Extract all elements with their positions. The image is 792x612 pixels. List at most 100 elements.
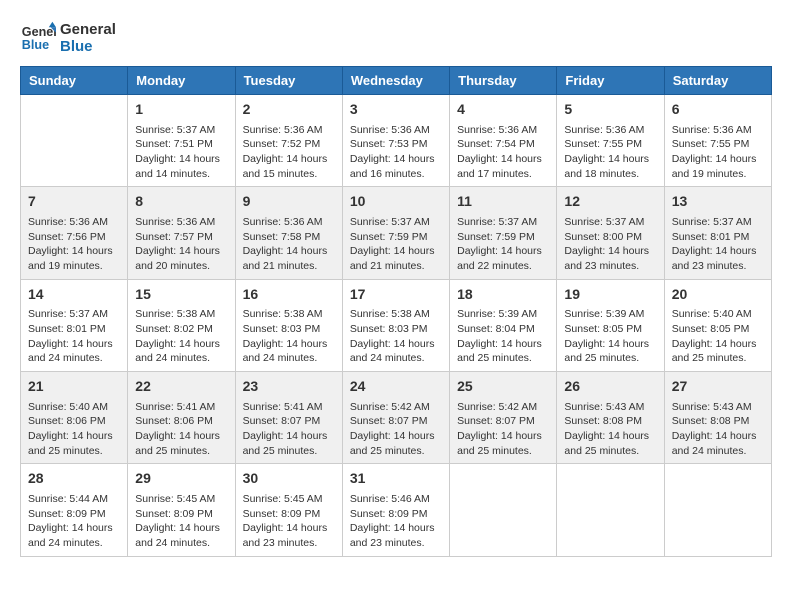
calendar-cell: 19Sunrise: 5:39 AM Sunset: 8:05 PM Dayli… — [557, 279, 664, 371]
day-info: Sunrise: 5:43 AM Sunset: 8:08 PM Dayligh… — [672, 400, 764, 459]
day-info: Sunrise: 5:36 AM Sunset: 7:56 PM Dayligh… — [28, 215, 120, 274]
calendar-cell: 5 Sunrise: 5:36 AM Sunset: 7:55 PM Daylig… — [557, 95, 664, 187]
calendar-week-3: 14Sunrise: 5:37 AM Sunset: 8:01 PM Dayli… — [21, 279, 772, 371]
day-number: 30 — [243, 469, 335, 489]
day-number: 18 — [457, 285, 549, 305]
day-info: Sunrise: 5:36 AM Sunset: 7:54 PM Dayligh… — [457, 123, 549, 182]
day-number: 17 — [350, 285, 442, 305]
day-number: 2 — [243, 100, 335, 120]
day-info: Sunrise: 5:44 AM Sunset: 8:09 PM Dayligh… — [28, 492, 120, 551]
calendar-cell: 8Sunrise: 5:36 AM Sunset: 7:57 PM Daylig… — [128, 187, 235, 279]
day-number: 10 — [350, 192, 442, 212]
day-info: Sunrise: 5:36 AM Sunset: 7:55 PM Dayligh… — [672, 123, 764, 182]
calendar-cell — [664, 464, 771, 556]
day-number: 29 — [135, 469, 227, 489]
header-day-wednesday: Wednesday — [342, 67, 449, 95]
day-info: Sunrise: 5:45 AM Sunset: 8:09 PM Dayligh… — [135, 492, 227, 551]
calendar-body: 1Sunrise: 5:37 AM Sunset: 7:51 PM Daylig… — [21, 95, 772, 557]
day-info: Sunrise: 5:38 AM Sunset: 8:02 PM Dayligh… — [135, 307, 227, 366]
calendar-week-4: 21Sunrise: 5:40 AM Sunset: 8:06 PM Dayli… — [21, 372, 772, 464]
day-number: 16 — [243, 285, 335, 305]
day-number: 25 — [457, 377, 549, 397]
day-info: Sunrise: 5:40 AM Sunset: 8:05 PM Dayligh… — [672, 307, 764, 366]
calendar-cell: 17Sunrise: 5:38 AM Sunset: 8:03 PM Dayli… — [342, 279, 449, 371]
day-number: 26 — [564, 377, 656, 397]
day-info: Sunrise: 5:38 AM Sunset: 8:03 PM Dayligh… — [350, 307, 442, 366]
calendar-cell: 12 Sunrise: 5:37 AM Sunset: 8:00 PM Dayli… — [557, 187, 664, 279]
calendar-cell: 24 Sunrise: 5:42 AM Sunset: 8:07 PM Dayli… — [342, 372, 449, 464]
calendar-cell: 20Sunrise: 5:40 AM Sunset: 8:05 PM Dayli… — [664, 279, 771, 371]
day-info: Sunrise: 5:40 AM Sunset: 8:06 PM Dayligh… — [28, 400, 120, 459]
day-info: Sunrise: 5:37 AM Sunset: 7:59 PM Dayligh… — [350, 215, 442, 274]
day-number: 4 — [457, 100, 549, 120]
day-number: 11 — [457, 192, 549, 212]
day-info: Sunrise: 5:36 AM Sunset: 7:52 PM Dayligh… — [243, 123, 335, 182]
day-number: 19 — [564, 285, 656, 305]
calendar-week-1: 1Sunrise: 5:37 AM Sunset: 7:51 PM Daylig… — [21, 95, 772, 187]
calendar-cell: 10 Sunrise: 5:37 AM Sunset: 7:59 PM Dayli… — [342, 187, 449, 279]
day-info: Sunrise: 5:36 AM Sunset: 7:53 PM Dayligh… — [350, 123, 442, 182]
day-info: Sunrise: 5:37 AM Sunset: 8:01 PM Dayligh… — [672, 215, 764, 274]
day-number: 15 — [135, 285, 227, 305]
day-info: Sunrise: 5:38 AM Sunset: 8:03 PM Dayligh… — [243, 307, 335, 366]
day-number: 5 — [564, 100, 656, 120]
day-info: Sunrise: 5:36 AM Sunset: 7:57 PM Dayligh… — [135, 215, 227, 274]
day-info: Sunrise: 5:41 AM Sunset: 8:06 PM Dayligh… — [135, 400, 227, 459]
day-number: 6 — [672, 100, 764, 120]
calendar-cell: 27 Sunrise: 5:43 AM Sunset: 8:08 PM Dayli… — [664, 372, 771, 464]
day-info: Sunrise: 5:42 AM Sunset: 8:07 PM Dayligh… — [350, 400, 442, 459]
day-number: 27 — [672, 377, 764, 397]
calendar-cell: 21Sunrise: 5:40 AM Sunset: 8:06 PM Dayli… — [21, 372, 128, 464]
day-info: Sunrise: 5:42 AM Sunset: 8:07 PM Dayligh… — [457, 400, 549, 459]
day-number: 22 — [135, 377, 227, 397]
day-number: 23 — [243, 377, 335, 397]
day-number: 1 — [135, 100, 227, 120]
header-day-friday: Friday — [557, 67, 664, 95]
svg-text:Blue: Blue — [22, 38, 49, 52]
day-number: 12 — [564, 192, 656, 212]
calendar-cell: 25 Sunrise: 5:42 AM Sunset: 8:07 PM Dayli… — [450, 372, 557, 464]
calendar-cell: 4 Sunrise: 5:36 AM Sunset: 7:54 PM Daylig… — [450, 95, 557, 187]
calendar-cell: 7 Sunrise: 5:36 AM Sunset: 7:56 PM Daylig… — [21, 187, 128, 279]
day-number: 28 — [28, 469, 120, 489]
calendar-cell: 18Sunrise: 5:39 AM Sunset: 8:04 PM Dayli… — [450, 279, 557, 371]
day-info: Sunrise: 5:43 AM Sunset: 8:08 PM Dayligh… — [564, 400, 656, 459]
calendar-cell: 1Sunrise: 5:37 AM Sunset: 7:51 PM Daylig… — [128, 95, 235, 187]
calendar-cell: 26 Sunrise: 5:43 AM Sunset: 8:08 PM Dayli… — [557, 372, 664, 464]
day-number: 7 — [28, 192, 120, 212]
calendar-cell: 22 Sunrise: 5:41 AM Sunset: 8:06 PM Dayli… — [128, 372, 235, 464]
calendar-cell: 3Sunrise: 5:36 AM Sunset: 7:53 PM Daylig… — [342, 95, 449, 187]
day-info: Sunrise: 5:37 AM Sunset: 7:59 PM Dayligh… — [457, 215, 549, 274]
calendar-cell: 14Sunrise: 5:37 AM Sunset: 8:01 PM Dayli… — [21, 279, 128, 371]
calendar-cell: 29 Sunrise: 5:45 AM Sunset: 8:09 PM Dayli… — [128, 464, 235, 556]
calendar-cell: 2 Sunrise: 5:36 AM Sunset: 7:52 PM Daylig… — [235, 95, 342, 187]
day-info: Sunrise: 5:36 AM Sunset: 7:58 PM Dayligh… — [243, 215, 335, 274]
calendar-cell: 11 Sunrise: 5:37 AM Sunset: 7:59 PM Dayli… — [450, 187, 557, 279]
calendar-cell — [21, 95, 128, 187]
calendar-cell: 16Sunrise: 5:38 AM Sunset: 8:03 PM Dayli… — [235, 279, 342, 371]
calendar-week-2: 7 Sunrise: 5:36 AM Sunset: 7:56 PM Daylig… — [21, 187, 772, 279]
calendar-table: SundayMondayTuesdayWednesdayThursdayFrid… — [20, 66, 772, 557]
day-number: 24 — [350, 377, 442, 397]
header-day-sunday: Sunday — [21, 67, 128, 95]
day-info: Sunrise: 5:37 AM Sunset: 8:01 PM Dayligh… — [28, 307, 120, 366]
header-day-saturday: Saturday — [664, 67, 771, 95]
day-info: Sunrise: 5:37 AM Sunset: 8:00 PM Dayligh… — [564, 215, 656, 274]
calendar-cell: 13 Sunrise: 5:37 AM Sunset: 8:01 PM Dayli… — [664, 187, 771, 279]
day-info: Sunrise: 5:36 AM Sunset: 7:55 PM Dayligh… — [564, 123, 656, 182]
calendar-cell: 15Sunrise: 5:38 AM Sunset: 8:02 PM Dayli… — [128, 279, 235, 371]
header-day-tuesday: Tuesday — [235, 67, 342, 95]
calendar-cell: 9Sunrise: 5:36 AM Sunset: 7:58 PM Daylig… — [235, 187, 342, 279]
day-info: Sunrise: 5:46 AM Sunset: 8:09 PM Dayligh… — [350, 492, 442, 551]
day-number: 31 — [350, 469, 442, 489]
header-day-thursday: Thursday — [450, 67, 557, 95]
header-row: SundayMondayTuesdayWednesdayThursdayFrid… — [21, 67, 772, 95]
calendar-cell: 23 Sunrise: 5:41 AM Sunset: 8:07 PM Dayli… — [235, 372, 342, 464]
day-info: Sunrise: 5:41 AM Sunset: 8:07 PM Dayligh… — [243, 400, 335, 459]
calendar-cell — [557, 464, 664, 556]
day-info: Sunrise: 5:39 AM Sunset: 8:05 PM Dayligh… — [564, 307, 656, 366]
day-info: Sunrise: 5:39 AM Sunset: 8:04 PM Dayligh… — [457, 307, 549, 366]
logo-icon: General Blue — [20, 20, 56, 56]
day-number: 13 — [672, 192, 764, 212]
calendar-cell: 6 Sunrise: 5:36 AM Sunset: 7:55 PM Daylig… — [664, 95, 771, 187]
